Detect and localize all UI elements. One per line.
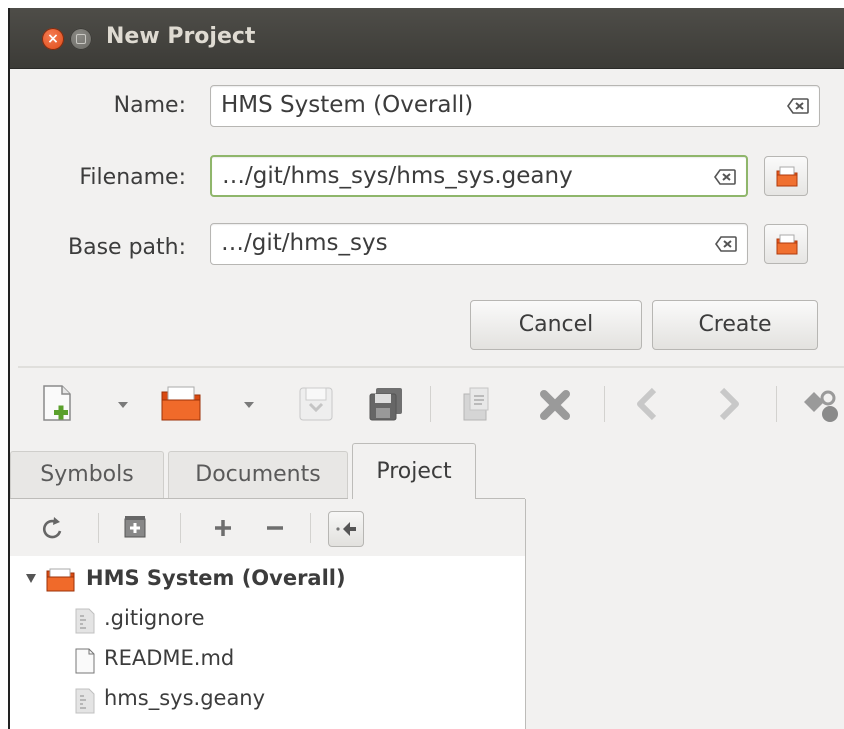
minimize-window-button[interactable] bbox=[70, 28, 92, 50]
sync-icon bbox=[336, 522, 356, 536]
save-icon[interactable] bbox=[296, 384, 336, 424]
main-toolbar bbox=[10, 370, 844, 440]
folder-icon bbox=[776, 234, 798, 255]
tab-project[interactable]: Project bbox=[352, 443, 476, 501]
compile-icon[interactable] bbox=[800, 384, 840, 424]
project-panel: HMS System (Overall) .gitignore README.m… bbox=[10, 499, 526, 729]
tree-item-label: README.md bbox=[104, 646, 235, 670]
tree-item-label: .gitignore bbox=[104, 606, 205, 630]
toolbar-separator bbox=[180, 513, 181, 543]
tab-symbols[interactable]: Symbols bbox=[10, 451, 164, 499]
clear-text-icon[interactable] bbox=[714, 169, 736, 185]
base-path-value: …/git/hms_sys bbox=[221, 230, 388, 256]
filename-value: …/git/hms_sys/hms_sys.geany bbox=[222, 163, 573, 189]
tree-root[interactable]: HMS System (Overall) bbox=[10, 560, 525, 600]
new-file-icon[interactable] bbox=[40, 384, 76, 424]
toolbar-separator bbox=[776, 386, 777, 422]
toolbar-separator bbox=[430, 386, 431, 422]
divider bbox=[18, 366, 844, 368]
screen: × New Project Name: HMS System (Overall)… bbox=[8, 8, 844, 729]
filename-field[interactable]: …/git/hms_sys/hms_sys.geany bbox=[210, 155, 748, 197]
browse-filename-button[interactable] bbox=[764, 156, 808, 196]
sync-button[interactable] bbox=[328, 511, 364, 547]
tree-item[interactable]: hms_sys.geany bbox=[10, 680, 525, 720]
back-icon[interactable] bbox=[630, 384, 666, 424]
create-button[interactable]: Create bbox=[652, 300, 818, 350]
remove-icon[interactable] bbox=[260, 511, 290, 545]
expander-icon[interactable] bbox=[26, 574, 36, 583]
config-file-icon bbox=[75, 608, 95, 634]
folder-icon bbox=[46, 568, 75, 592]
dialog-title: New Project bbox=[106, 24, 256, 49]
project-tree: HMS System (Overall) .gitignore README.m… bbox=[10, 556, 525, 729]
base-path-label: Base path: bbox=[68, 235, 186, 260]
chevron-down-icon[interactable] bbox=[118, 402, 128, 408]
add-icon[interactable] bbox=[208, 511, 238, 545]
chevron-down-icon[interactable] bbox=[244, 402, 254, 408]
name-value: HMS System (Overall) bbox=[221, 92, 474, 118]
filename-label: Filename: bbox=[79, 165, 186, 190]
forward-icon[interactable] bbox=[710, 384, 746, 424]
text-file-icon bbox=[75, 648, 95, 674]
config-file-icon bbox=[75, 688, 95, 714]
name-field[interactable]: HMS System (Overall) bbox=[210, 85, 820, 127]
folder-icon bbox=[776, 166, 798, 187]
toolbar-separator bbox=[310, 513, 311, 543]
close-icon[interactable] bbox=[536, 384, 576, 424]
tree-item[interactable]: .gitignore bbox=[10, 600, 525, 640]
expand-all-icon[interactable] bbox=[120, 511, 150, 545]
toolbar-separator bbox=[604, 386, 605, 422]
clear-text-icon[interactable] bbox=[787, 98, 809, 114]
tree-item-label: hms_sys.geany bbox=[104, 686, 266, 710]
project-name: HMS System (Overall) bbox=[86, 566, 346, 590]
refresh-icon[interactable] bbox=[38, 511, 68, 545]
dialog-titlebar: × New Project bbox=[10, 8, 844, 69]
reload-icon[interactable] bbox=[456, 384, 496, 424]
base-path-field[interactable]: …/git/hms_sys bbox=[210, 223, 748, 265]
name-label: Name: bbox=[113, 93, 186, 118]
toolbar-separator bbox=[98, 513, 99, 543]
tree-item[interactable]: README.md bbox=[10, 640, 525, 680]
clear-text-icon[interactable] bbox=[715, 236, 737, 252]
browse-base-path-button[interactable] bbox=[764, 224, 808, 264]
open-folder-icon[interactable] bbox=[160, 384, 204, 424]
new-project-dialog: Name: HMS System (Overall) Filename: …/g… bbox=[10, 69, 844, 365]
minimize-icon bbox=[76, 34, 86, 44]
sidebar-tabs: Symbols Documents Project bbox=[10, 441, 844, 501]
close-window-button[interactable]: × bbox=[42, 28, 64, 50]
tab-documents[interactable]: Documents bbox=[168, 451, 348, 499]
save-all-icon[interactable] bbox=[366, 384, 406, 424]
cancel-button[interactable]: Cancel bbox=[470, 300, 642, 350]
